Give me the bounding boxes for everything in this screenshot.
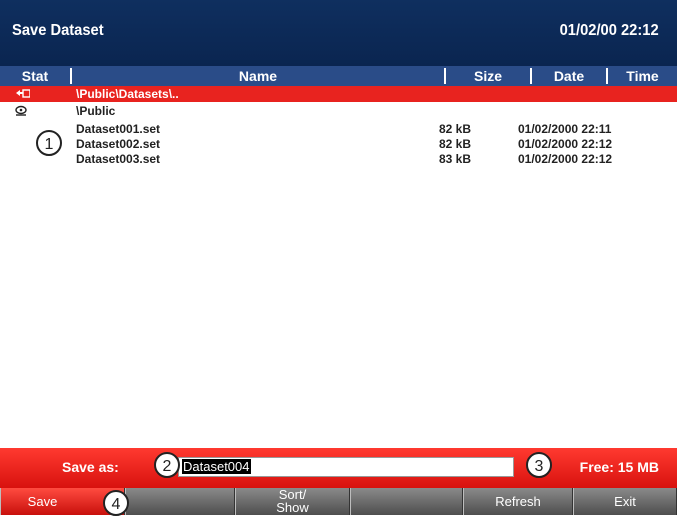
file-row[interactable]: Dataset002.set 82 kB 01/02/2000 22:12 bbox=[0, 137, 677, 151]
callout-2: 2 bbox=[154, 452, 180, 478]
softkey-4[interactable] bbox=[350, 488, 463, 515]
column-header: Stat Name Size Date Time bbox=[0, 66, 677, 86]
callout-4: 4 bbox=[103, 490, 129, 516]
file-row[interactable]: Dataset003.set 83 kB 01/02/2000 22:12 bbox=[0, 152, 677, 166]
parent-folder-row[interactable]: \Public bbox=[0, 104, 677, 118]
parent-folder-name: \Public bbox=[76, 104, 116, 118]
column-time[interactable]: Time bbox=[608, 66, 677, 86]
file-name: Dataset002.set bbox=[76, 137, 161, 151]
file-row[interactable]: Dataset001.set 82 kB 01/02/2000 22:11 bbox=[0, 122, 677, 136]
softkey-bar: Save Sort/ Show Refresh Exit bbox=[0, 488, 677, 515]
softkey-2[interactable] bbox=[125, 488, 235, 515]
file-size: 83 kB bbox=[439, 152, 472, 166]
drive-icon bbox=[15, 105, 27, 116]
refresh-softkey[interactable]: Refresh bbox=[463, 488, 573, 515]
current-path-row[interactable]: \Public\Datasets\.. bbox=[0, 86, 677, 102]
folder-up-icon bbox=[16, 89, 30, 98]
softkey-label: Refresh bbox=[495, 494, 541, 509]
clock-display: 01/02/00 22:12 bbox=[559, 22, 659, 39]
file-datetime: 01/02/2000 22:12 bbox=[518, 137, 613, 151]
callout-3: 3 bbox=[526, 452, 552, 478]
column-stat[interactable]: Stat bbox=[0, 66, 70, 86]
file-name: Dataset001.set bbox=[76, 122, 161, 136]
save-dataset-screen: Save Dataset 01/02/00 22:12 Stat Name Si… bbox=[0, 0, 677, 516]
file-name: Dataset003.set bbox=[76, 152, 161, 166]
sort-show-softkey[interactable]: Sort/ Show bbox=[235, 488, 350, 515]
save-as-bar: Save as: Dataset004 Free: 15 MB bbox=[0, 448, 677, 488]
save-as-label: Save as: bbox=[62, 459, 119, 475]
callout-1: 1 bbox=[36, 130, 62, 156]
current-path: \Public\Datasets\.. bbox=[76, 87, 179, 101]
title-bar: Save Dataset 01/02/00 22:12 bbox=[0, 0, 677, 66]
free-space: Free: 15 MB bbox=[579, 459, 659, 475]
column-size[interactable]: Size bbox=[446, 66, 530, 86]
exit-softkey[interactable]: Exit bbox=[573, 488, 677, 515]
dialog-title: Save Dataset bbox=[12, 22, 104, 39]
filename-input[interactable]: Dataset004 bbox=[178, 457, 514, 477]
softkey-label: Exit bbox=[614, 494, 636, 509]
column-name[interactable]: Name bbox=[72, 66, 444, 86]
file-datetime: 01/02/2000 22:12 bbox=[518, 152, 613, 166]
file-datetime: 01/02/2000 22:11 bbox=[518, 122, 612, 136]
column-date[interactable]: Date bbox=[532, 66, 606, 86]
softkey-label-line2: Show bbox=[276, 500, 309, 515]
filename-value: Dataset004 bbox=[182, 459, 251, 474]
file-size: 82 kB bbox=[439, 122, 472, 136]
file-size: 82 kB bbox=[439, 137, 472, 151]
